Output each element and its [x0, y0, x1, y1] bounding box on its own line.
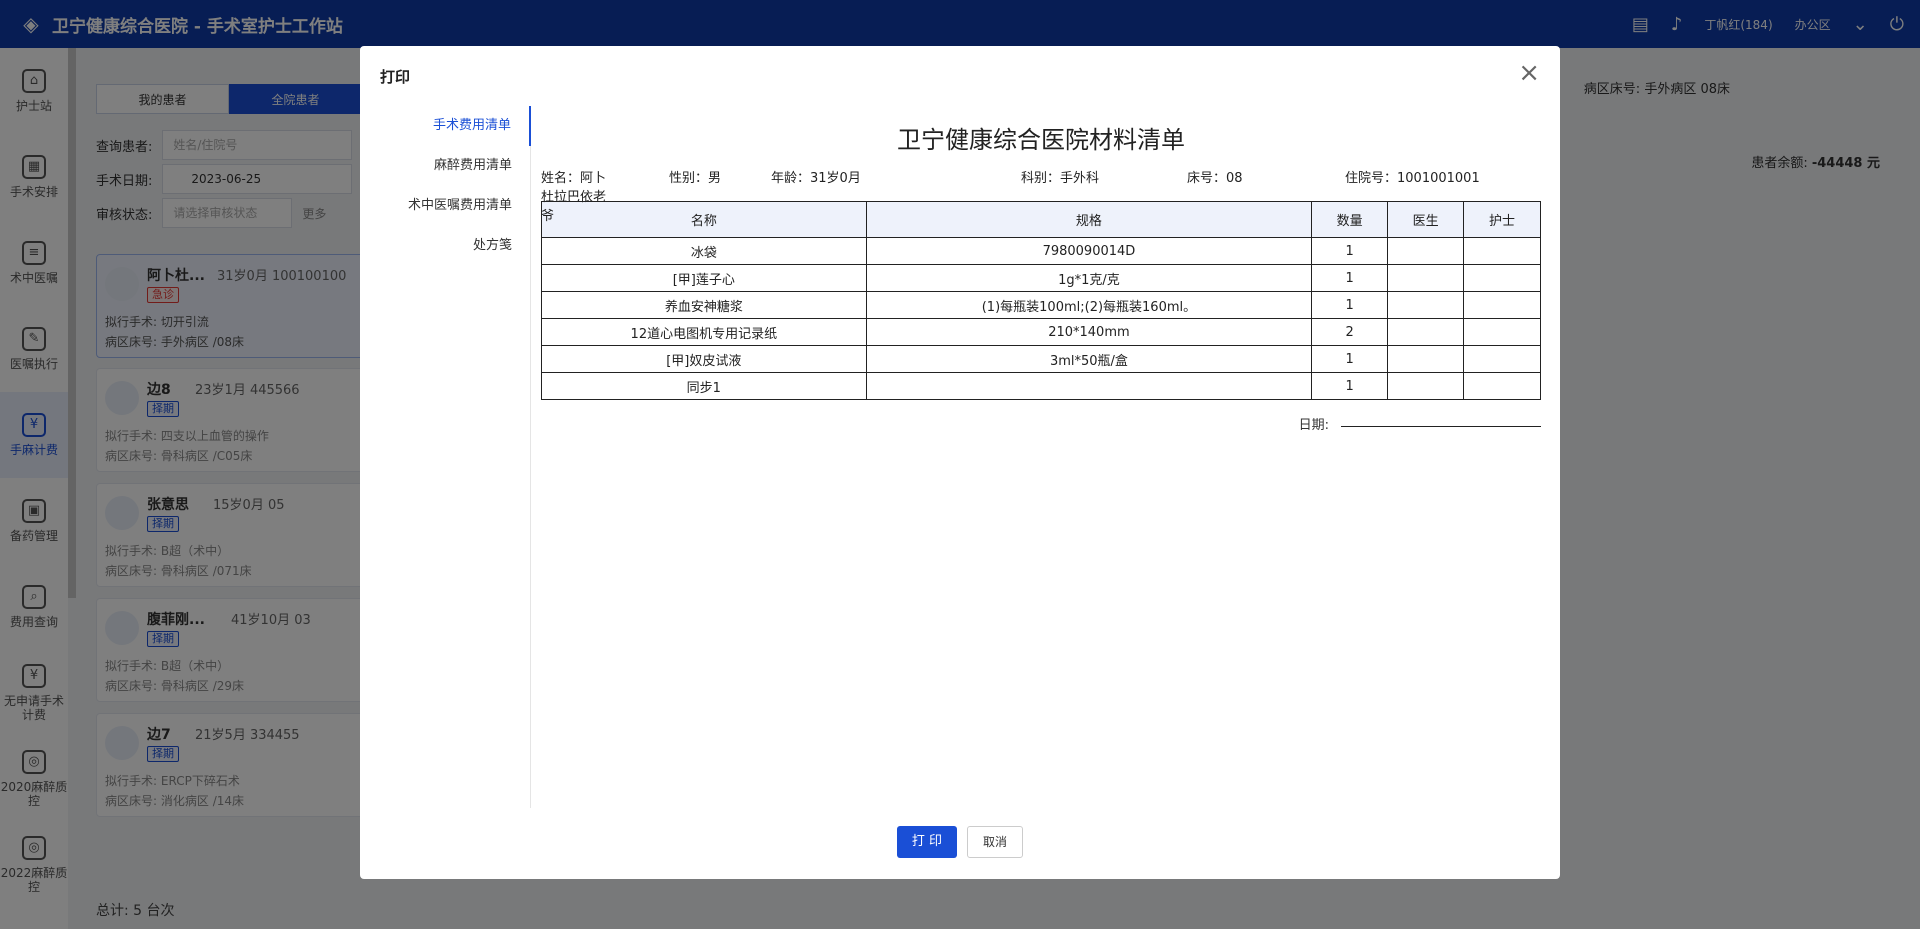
cell: 同步1 [541, 372, 867, 400]
cell: 养血安神糖浆 [541, 291, 867, 319]
table-row: [甲]奴皮试液 3ml*50瓶/盒 1 [541, 345, 1541, 373]
patient-name-field: 姓名：阿卜杜拉巴依老爷 [541, 171, 607, 224]
table-row: 同步1 1 [541, 372, 1541, 400]
cell [1387, 264, 1465, 292]
cell: 冰袋 [541, 237, 867, 265]
cell: 1 [1311, 372, 1389, 400]
cell: 7980090014D [865, 237, 1313, 265]
table-row: [甲]莲子心 1g*1克/克 1 [541, 264, 1541, 292]
cell [1387, 291, 1465, 319]
cell: 1 [1311, 237, 1389, 265]
cancel-button[interactable]: 取消 [967, 826, 1023, 858]
table-row: 养血安神糖浆 (1)每瓶装100ml;(2)每瓶装160ml。 1 [541, 291, 1541, 319]
cell [1463, 372, 1541, 400]
close-icon[interactable]: × [1518, 60, 1540, 86]
cell: 1 [1311, 291, 1389, 319]
dialog-title: 打印 [380, 68, 411, 86]
cell: 1 [1311, 264, 1389, 292]
date-signature: 日期: [541, 412, 1541, 442]
tab-prescription[interactable]: 处方笺 [360, 226, 530, 266]
patient-sex-field: 性别：男 [669, 171, 722, 186]
date-label: 日期: [1298, 418, 1329, 433]
material-table: 名称 规格 数量 医生 护士 冰袋 7980090014D 1 [甲]莲子心 1g*1… [541, 201, 1541, 400]
cell: [甲]莲子心 [541, 264, 867, 292]
cell: [甲]奴皮试液 [541, 345, 867, 373]
tab-intraop-order-fee-list[interactable]: 术中医嘱费用清单 [360, 186, 530, 226]
cell: 1g*1克/克 [865, 264, 1313, 292]
col-spec: 规格 [865, 201, 1313, 238]
cell [1463, 318, 1541, 346]
print-dialog: 打印 × 手术费用清单 麻醉费用清单 术中医嘱费用清单 处方笺 卫宁健康综合医院… [360, 46, 1560, 879]
cell [1387, 318, 1465, 346]
col-nurse: 护士 [1463, 201, 1541, 238]
patient-header: 姓名：阿卜杜拉巴依老爷 性别：男 年龄：31岁0月 科别：手外科 床号：08 住… [541, 167, 1541, 224]
cell [1387, 345, 1465, 373]
dept-field: 科别：手外科 [1021, 171, 1100, 186]
tab-surgery-fee-list[interactable]: 手术费用清单 [360, 106, 531, 146]
document-title: 卫宁健康综合医院材料清单 [897, 126, 1185, 154]
bed-field: 床号：08 [1187, 171, 1243, 186]
cell [1387, 372, 1465, 400]
cell: (1)每瓶装100ml;(2)每瓶装160ml。 [865, 291, 1313, 319]
tab-anesthesia-fee-list[interactable]: 麻醉费用清单 [360, 146, 530, 186]
cell: 210*140mm [865, 318, 1313, 346]
cell: 12道心电图机专用记录纸 [541, 318, 867, 346]
cell [1463, 237, 1541, 265]
cell [1387, 237, 1465, 265]
print-preview: 卫宁健康综合医院材料清单 姓名：阿卜杜拉巴依老爷 性别：男 年龄：31岁0月 科… [541, 106, 1541, 442]
cell [1463, 264, 1541, 292]
print-tabs: 手术费用清单 麻醉费用清单 术中医嘱费用清单 处方笺 [360, 106, 531, 808]
col-qty: 数量 [1311, 201, 1389, 238]
date-line [1341, 426, 1541, 427]
print-button[interactable]: 打 印 [897, 826, 957, 858]
cell: 3ml*50瓶/盒 [865, 345, 1313, 373]
patient-age-field: 年龄：31岁0月 [771, 171, 861, 186]
cell: 2 [1311, 318, 1389, 346]
table-row: 冰袋 7980090014D 1 [541, 237, 1541, 265]
cell [865, 372, 1313, 400]
cell: 1 [1311, 345, 1389, 373]
col-doctor: 医生 [1387, 201, 1465, 238]
cell [1463, 291, 1541, 319]
table-row: 12道心电图机专用记录纸 210*140mm 2 [541, 318, 1541, 346]
inpatient-no-field: 住院号：1001001001 [1345, 171, 1480, 186]
cell [1463, 345, 1541, 373]
